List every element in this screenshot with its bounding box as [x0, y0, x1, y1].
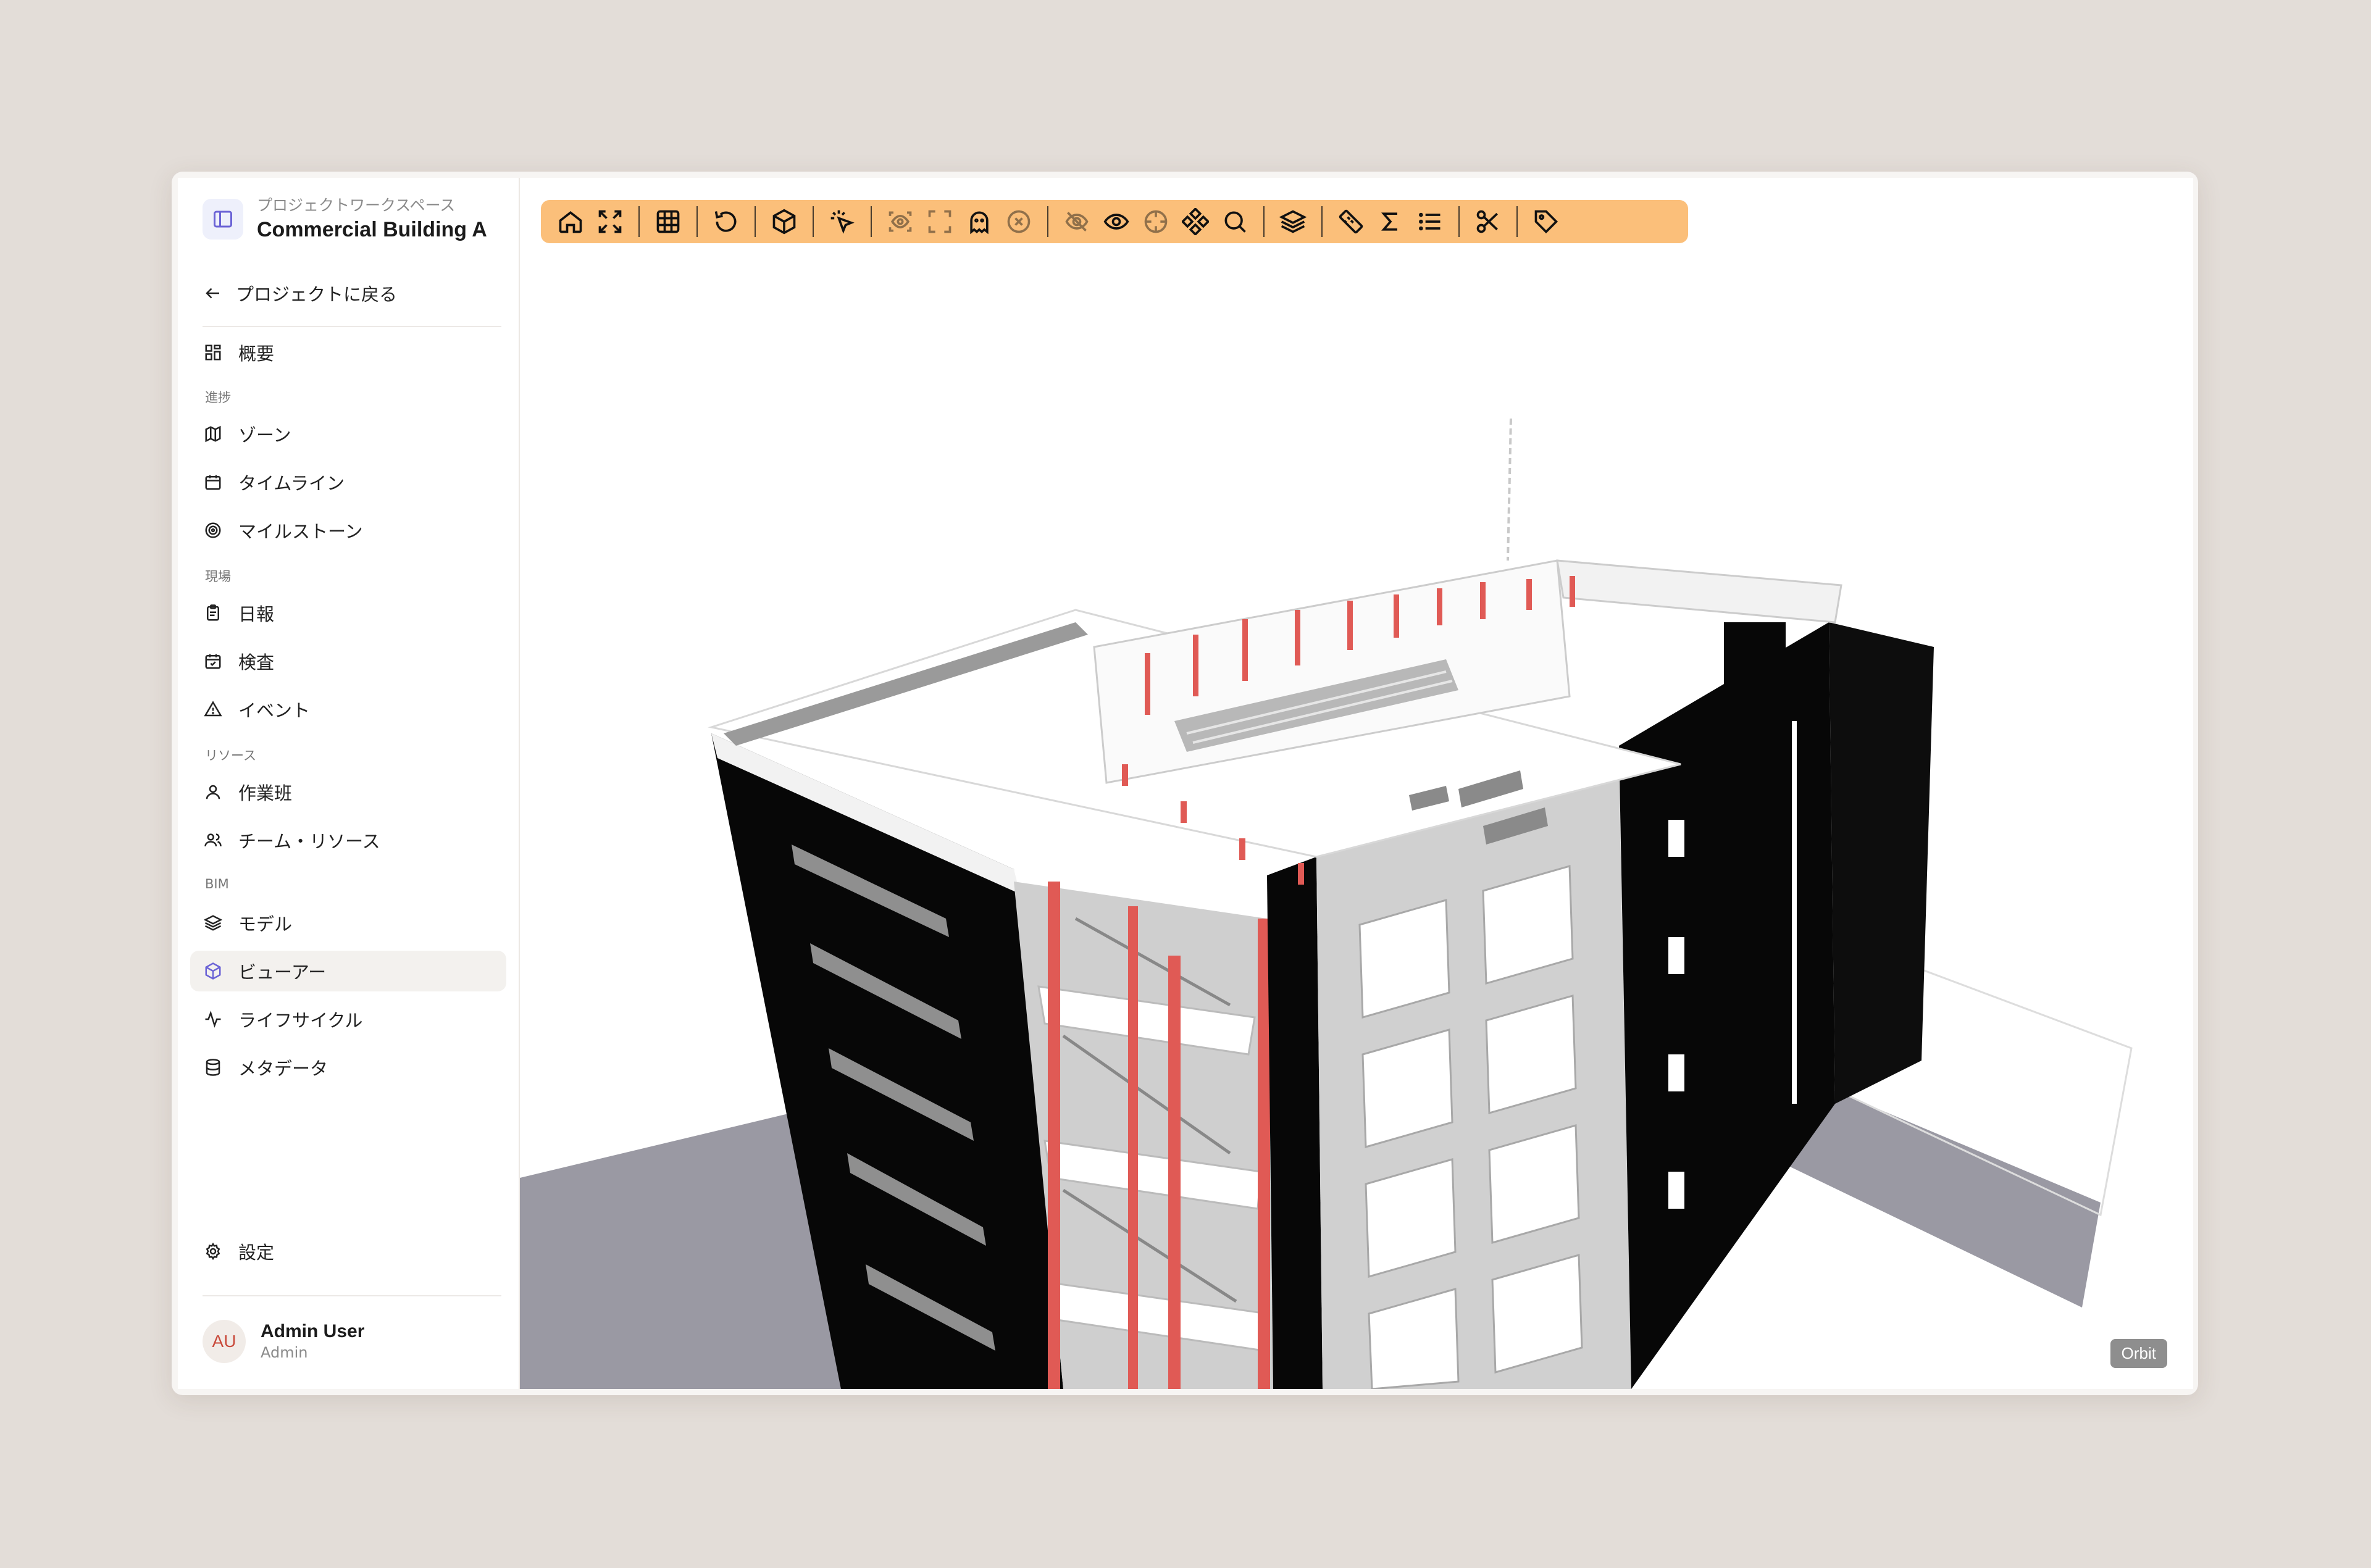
show-icon[interactable] [1097, 202, 1136, 241]
sidebar-item-label: ゾーン [238, 425, 291, 446]
cube-icon [203, 961, 224, 982]
sidebar-item-settings[interactable]: 設定 [190, 1231, 506, 1272]
toolbar-separator [638, 206, 640, 237]
ghost-icon[interactable] [960, 202, 999, 241]
sidebar-item-label: イベント [238, 700, 311, 721]
toolbar-separator [755, 206, 756, 237]
map-icon [203, 423, 224, 444]
building-model-canvas[interactable] [520, 178, 2193, 1389]
sidebar-item-inspections[interactable]: 検査 [190, 641, 506, 682]
list-icon[interactable] [1410, 202, 1450, 241]
isolate-target-icon[interactable] [1136, 202, 1176, 241]
sidebar-item-team-resources[interactable]: チーム・リソース [190, 820, 506, 861]
section-label-progress: 進捗 [205, 390, 231, 405]
sidebar-item-label: チーム・リソース [238, 831, 380, 852]
user-profile[interactable]: AU Admin User Admin [203, 1320, 364, 1363]
sidebar-item-metadata[interactable]: メタデータ [190, 1047, 506, 1088]
sidebar-item-label: モデル [238, 914, 293, 935]
sidebar-item-label: マイルストーン [238, 521, 363, 542]
sidebar-item-crews[interactable]: 作業班 [190, 772, 506, 812]
explode-icon[interactable] [1176, 202, 1215, 241]
select-pointer-icon[interactable] [822, 202, 862, 241]
section-label-site: 現場 [205, 569, 231, 584]
sidebar-item-overview[interactable]: 概要 [190, 332, 506, 373]
back-label: プロジェクトに戻る [236, 284, 398, 305]
layers-icon [203, 912, 224, 933]
toolbar-separator [1047, 206, 1048, 237]
user-name: Admin User [261, 1321, 365, 1341]
bim-viewer[interactable]: Orbit [519, 178, 2193, 1389]
section-cut-icon[interactable] [1468, 202, 1508, 241]
section-label-bim: BIM [205, 877, 229, 891]
workspace-label: プロジェクトワークスペース [257, 196, 456, 214]
hide-icon[interactable] [1057, 202, 1097, 241]
sidebar-item-label: 作業班 [238, 783, 293, 804]
calendar-check-icon [203, 651, 224, 672]
focus-eye-icon[interactable] [880, 202, 920, 241]
users-icon [203, 830, 224, 851]
sidebar-item-label: ライフサイクル [238, 1010, 363, 1031]
measure-ruler-icon[interactable] [1331, 202, 1371, 241]
warning-icon [203, 699, 224, 720]
viewer-toolbar [541, 200, 1688, 243]
cube-icon[interactable] [764, 202, 804, 241]
database-icon [203, 1057, 224, 1078]
calendar-icon [203, 472, 224, 493]
dashboard-icon [203, 342, 224, 363]
activity-icon [203, 1009, 224, 1030]
toolbar-separator [1321, 206, 1323, 237]
arrow-left-icon [206, 288, 219, 299]
grid-icon[interactable] [648, 202, 688, 241]
divider [203, 326, 501, 327]
sidebar-item-viewer[interactable]: ビューアー [190, 951, 506, 991]
sidebar-item-label: ビューアー [238, 962, 327, 983]
toolbar-separator [871, 206, 872, 237]
sidebar-item-zones[interactable]: ゾーン [190, 414, 506, 454]
toolbar-separator [1516, 206, 1518, 237]
navigation-mode-badge: Orbit [2110, 1339, 2167, 1368]
sidebar-item-models[interactable]: モデル [190, 903, 506, 943]
sidebar-item-timeline[interactable]: タイムライン [190, 462, 506, 503]
tag-icon[interactable] [1526, 202, 1566, 241]
app-window: プロジェクトワークスペース Commercial Building A プロジェ… [172, 172, 2198, 1395]
user-role: Admin [261, 1344, 308, 1361]
search-icon[interactable] [1215, 202, 1255, 241]
avatar: AU [203, 1320, 246, 1363]
divider [203, 1295, 501, 1296]
workspace-title: Commercial Building A [257, 218, 487, 241]
clipboard-icon [203, 603, 224, 623]
sidebar-panel-icon[interactable] [203, 199, 243, 240]
sidebar-item-label: 日報 [238, 604, 275, 625]
home-icon[interactable] [551, 202, 590, 241]
sidebar-item-milestones[interactable]: マイルストーン [190, 510, 506, 551]
user-icon [203, 782, 224, 803]
toolbar-separator [1263, 206, 1265, 237]
sidebar-item-label: 設定 [238, 1242, 275, 1263]
workspace-header[interactable]: プロジェクトワークスペース Commercial Building A [203, 195, 487, 243]
sidebar: プロジェクトワークスペース Commercial Building A プロジェ… [178, 178, 519, 1389]
layers-icon[interactable] [1273, 202, 1313, 241]
sum-icon[interactable] [1371, 202, 1410, 241]
toolbar-separator [813, 206, 814, 237]
toolbar-separator [696, 206, 698, 237]
clear-icon[interactable] [999, 202, 1039, 241]
target-icon [203, 520, 224, 541]
sidebar-item-label: メタデータ [238, 1058, 328, 1079]
frame-icon[interactable] [920, 202, 960, 241]
sidebar-item-label: タイムライン [238, 473, 345, 494]
sidebar-item-label: 検査 [238, 652, 275, 673]
toolbar-separator [1458, 206, 1460, 237]
fit-view-icon[interactable] [590, 202, 630, 241]
reset-rotate-icon[interactable] [706, 202, 746, 241]
sidebar-item-label: 概要 [238, 343, 275, 364]
sidebar-item-lifecycle[interactable]: ライフサイクル [190, 999, 506, 1040]
gear-icon [203, 1241, 224, 1262]
sidebar-item-events[interactable]: イベント [190, 689, 506, 730]
back-to-project-link[interactable]: プロジェクトに戻る [204, 280, 397, 306]
sidebar-item-daily-reports[interactable]: 日報 [190, 593, 506, 633]
section-label-resources: リソース [205, 748, 256, 763]
